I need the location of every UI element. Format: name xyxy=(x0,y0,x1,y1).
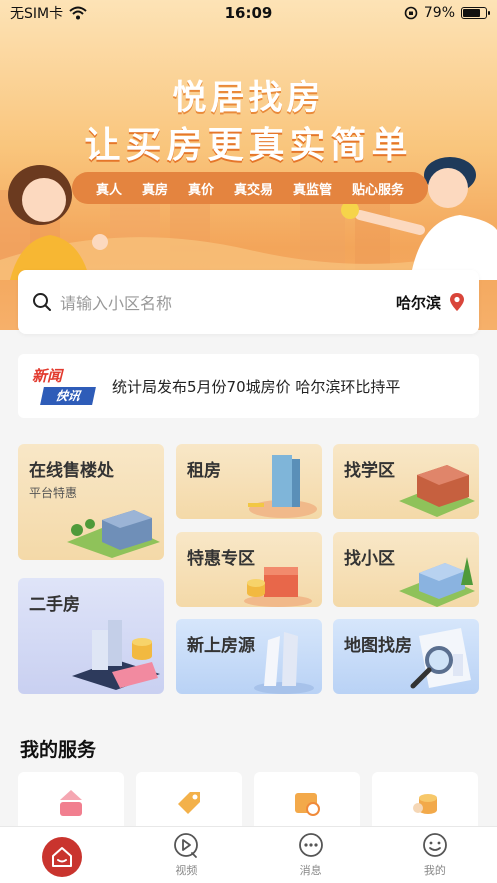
banner-title: 悦居找房 xyxy=(172,78,325,118)
card-label: 找学区 xyxy=(344,461,395,481)
card-label: 找小区 xyxy=(344,549,395,569)
banner-slogan: 让买房更真实简单 xyxy=(84,125,413,166)
service-item[interactable] xyxy=(136,772,242,832)
news-ticker[interactable]: 新闻 快讯 统计局发布5月份70城房价 哈尔滨环比持平 xyxy=(18,354,479,418)
card-label: 租房 xyxy=(187,461,221,481)
banner-tag: 真价 xyxy=(187,182,214,198)
orientation-lock-icon xyxy=(404,6,418,20)
tab-bar: 视频 消息 我的 xyxy=(0,826,497,883)
news-logo-badge: 快讯 xyxy=(40,387,96,405)
tab-me-label: 我的 xyxy=(423,864,446,877)
card-label: 新上房源 xyxy=(187,636,255,656)
banner-tag: 真监管 xyxy=(292,182,332,198)
gift-coins-illustration xyxy=(244,567,312,607)
banner-tag: 真交易 xyxy=(233,182,273,198)
city-selector[interactable]: 哈尔滨 xyxy=(396,292,441,313)
search-icon xyxy=(33,293,51,311)
status-bar: 无SIM卡 16:09 79% xyxy=(0,0,497,26)
banner-tag: 真房 xyxy=(141,182,168,198)
tab-me[interactable]: 我的 xyxy=(373,827,497,883)
house-service-icon xyxy=(60,790,82,816)
second-hand-card[interactable]: 二手房 xyxy=(18,578,164,694)
location-pin-icon[interactable] xyxy=(449,292,465,312)
school-illustration xyxy=(399,465,475,517)
message-icon xyxy=(298,833,323,857)
service-item[interactable] xyxy=(254,772,360,832)
man-illustration xyxy=(341,157,497,280)
tab-message[interactable]: 消息 xyxy=(249,827,373,883)
tab-home[interactable] xyxy=(0,827,124,883)
rent-card[interactable]: 租房 xyxy=(176,444,322,519)
tab-video-label: 视频 xyxy=(175,864,198,877)
tab-video[interactable]: 视频 xyxy=(124,827,248,883)
home-icon xyxy=(42,837,83,877)
community-illustration xyxy=(399,557,475,607)
card-label: 在线售楼处 xyxy=(29,461,114,481)
buildings-coins-illustration xyxy=(72,620,160,690)
battery-percent: 79% xyxy=(423,5,455,21)
banner-tag: 贴心服务 xyxy=(351,182,404,198)
smiley-icon xyxy=(422,833,447,857)
tab-message-label: 消息 xyxy=(299,864,322,877)
news-flash-logo: 新闻 快讯 xyxy=(28,365,98,407)
online-sales-card[interactable]: 在线售楼处 平台特惠 xyxy=(18,444,164,560)
video-play-icon xyxy=(174,833,199,858)
school-district-card[interactable]: 找学区 xyxy=(333,444,479,519)
rental-building-illustration xyxy=(248,455,317,518)
find-community-card[interactable]: 找小区 xyxy=(333,532,479,607)
banner-tag: 真人 xyxy=(95,182,122,198)
map-search-card[interactable]: 地图找房 xyxy=(333,619,479,694)
search-input[interactable]: 请输入小区名称 xyxy=(60,290,396,314)
banner-tags: 真人 真房 真价 真交易 真监管 贴心服务 xyxy=(72,172,428,204)
news-logo-text: 新闻 xyxy=(32,367,63,385)
services-title: 我的服务 xyxy=(20,739,97,761)
special-offer-card[interactable]: 特惠专区 xyxy=(176,532,322,607)
tag-icon xyxy=(178,792,200,814)
sales-office-illustration xyxy=(67,510,160,558)
news-headline[interactable]: 统计局发布5月份70城房价 哈尔滨环比持平 xyxy=(112,376,400,397)
coins-icon xyxy=(413,794,437,814)
new-listings-card[interactable]: 新上房源 xyxy=(176,619,322,694)
carrier-label: 无SIM卡 xyxy=(10,6,64,22)
service-item[interactable] xyxy=(18,772,124,832)
service-item[interactable] xyxy=(372,772,478,832)
calendar-search-icon xyxy=(295,793,320,816)
towers-illustration xyxy=(254,632,314,694)
search-bar[interactable]: 请输入小区名称 哈尔滨 xyxy=(18,270,479,334)
map-magnifier-illustration xyxy=(410,628,471,689)
wifi-icon xyxy=(69,6,87,20)
battery-icon xyxy=(461,7,490,19)
